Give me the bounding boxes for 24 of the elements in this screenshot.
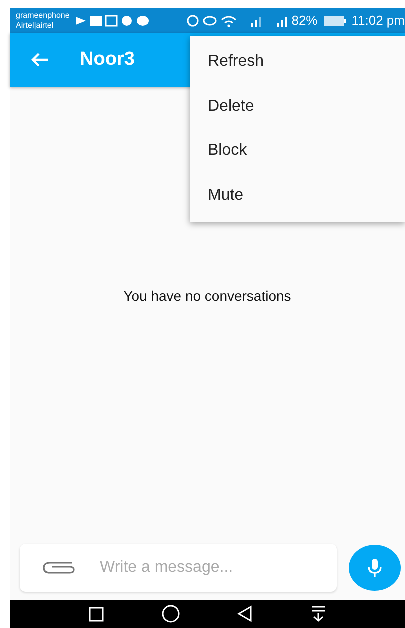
menu-item[interactable]: Delete [190, 98, 405, 116]
circle-icon [120, 14, 133, 26]
battery-icon [322, 14, 347, 28]
menu-item[interactable]: Block [190, 142, 405, 160]
paperclip-icon [42, 559, 76, 577]
empty-state-text: You have no conversations [124, 288, 292, 304]
microphone-icon [367, 558, 383, 578]
menu-item[interactable]: Refresh [190, 53, 405, 72]
microphone-button[interactable] [349, 545, 401, 591]
carrier-name: grameenphone [16, 10, 70, 20]
menu-item[interactable]: Mute [190, 186, 405, 205]
play-icon [74, 14, 87, 26]
carrier-name: Airtel|airtel [16, 20, 55, 30]
message-input[interactable]: Write a message... [98, 558, 302, 578]
wifi-icon [220, 14, 237, 28]
chat-title: Noor3 [80, 49, 135, 71]
home-circle-icon[interactable] [162, 605, 180, 623]
clock-time: 11:02 pm [352, 13, 405, 28]
back-triangle-icon[interactable] [236, 605, 253, 623]
square-icon[interactable] [88, 606, 106, 622]
message-field[interactable]: Write a message... [20, 544, 337, 592]
back-arrow-icon[interactable] [30, 51, 50, 69]
pull-down-icon[interactable] [310, 605, 327, 623]
battery-percent: 82% [292, 13, 318, 28]
